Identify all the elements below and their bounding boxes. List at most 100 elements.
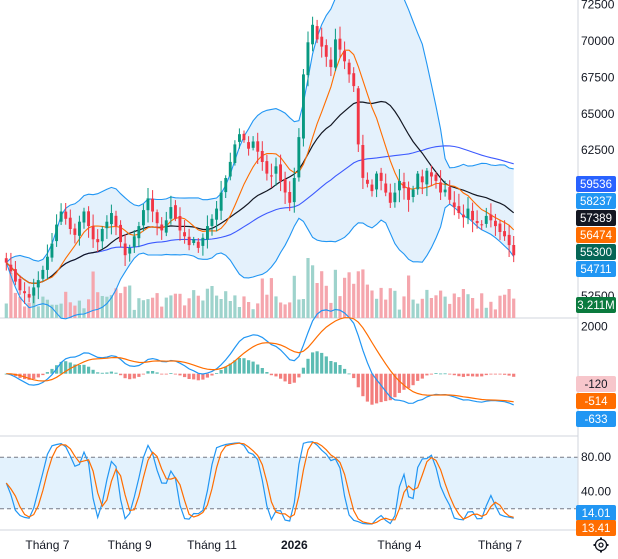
candle-body <box>87 211 90 227</box>
candle-body <box>352 73 356 87</box>
price-tick-label: 65000 <box>581 107 615 121</box>
candle-body <box>283 179 287 193</box>
stochastic-tick-label: 40.00 <box>581 485 611 499</box>
volume-bar <box>242 296 246 318</box>
candle-body <box>238 134 241 142</box>
candle-body <box>105 221 109 229</box>
macd-histogram-bar <box>411 373 415 386</box>
macd-line <box>6 308 514 406</box>
volume-bar <box>301 299 305 318</box>
macd-histogram-bar <box>480 373 484 377</box>
macd-histogram-bar <box>448 373 452 375</box>
volume-bar <box>279 302 283 318</box>
stochastic-panel[interactable] <box>0 441 578 525</box>
candle-body <box>338 38 342 50</box>
macd-histogram-bar <box>461 373 465 377</box>
price-badge: 58237 <box>580 196 612 208</box>
macd-histogram-bar <box>498 373 502 375</box>
volume-bar <box>45 299 49 318</box>
stochastic-band <box>0 457 578 509</box>
price-badge: 59536 <box>580 179 612 191</box>
volume-bar <box>215 295 219 318</box>
macd-panel[interactable] <box>0 308 578 437</box>
candle-body <box>242 133 246 141</box>
macd-histogram-bar <box>256 364 260 374</box>
volume-bar <box>512 298 516 318</box>
candle-body <box>343 50 346 62</box>
candle-body <box>23 291 26 294</box>
macd-histogram-bar <box>151 371 155 374</box>
time-tick-label: Tháng 9 <box>108 538 152 552</box>
stochastic-badge: 13.41 <box>582 523 611 535</box>
volume-bar <box>64 291 68 318</box>
volume-bar <box>96 292 100 318</box>
price-panel[interactable] <box>0 0 578 320</box>
candle-body <box>388 192 392 203</box>
volume-bar <box>393 290 397 318</box>
candle-body <box>260 151 264 162</box>
macd-histogram-bar <box>41 373 45 376</box>
macd-histogram-bar <box>178 373 182 376</box>
macd-histogram-bar <box>434 373 438 374</box>
volume-bar <box>356 271 360 318</box>
volume-bar <box>352 283 356 318</box>
volume-bar <box>164 297 168 318</box>
candle-body <box>494 220 497 227</box>
volume-bar <box>123 286 127 318</box>
volume-bar <box>114 288 118 318</box>
macd-histogram-bar <box>105 372 109 374</box>
candle-body <box>215 208 218 220</box>
candle-body <box>100 229 104 242</box>
macd-badge: -120 <box>584 379 607 391</box>
candle-body <box>219 192 223 211</box>
volume-bar <box>507 289 511 318</box>
candle-body <box>183 232 186 237</box>
volume-bar <box>324 285 328 318</box>
macd-histogram-bar <box>247 360 251 374</box>
macd-histogram-bar <box>169 373 173 374</box>
macd-histogram-bar <box>425 373 429 376</box>
macd-histogram-bar <box>141 373 145 375</box>
candle-body <box>41 269 45 279</box>
candle-body <box>91 226 95 240</box>
macd-histogram-bar <box>100 372 104 374</box>
stock-chart[interactable]: 7250070000675006500062500600005250020008… <box>0 0 618 554</box>
volume-bar <box>416 303 420 318</box>
macd-histogram-bar <box>416 373 420 381</box>
volume-bar <box>247 302 251 318</box>
volume-bar <box>77 300 81 318</box>
volume-bar <box>128 285 132 318</box>
candle-body <box>370 184 374 192</box>
volume-bar <box>471 298 475 318</box>
candle-body <box>480 224 484 226</box>
candle-body <box>46 256 49 270</box>
volume-bar <box>402 296 406 318</box>
candle-body <box>484 215 488 224</box>
candle-body <box>155 212 159 224</box>
macd-histogram-bar <box>352 373 356 379</box>
candle-body <box>279 164 282 181</box>
volume-bar <box>443 296 447 318</box>
settings-gear-icon[interactable] <box>592 536 610 554</box>
volume-bar <box>420 298 424 318</box>
candle-body <box>50 243 54 258</box>
volume-bar <box>388 288 392 318</box>
volume-bar <box>434 295 438 318</box>
macd-histogram-bar <box>119 373 123 376</box>
macd-histogram-bar <box>324 356 328 374</box>
time-axis[interactable]: Tháng 7 Tháng 9 Tháng 11 2026 Tháng 4 Tháng 7 <box>0 529 578 552</box>
candle-body <box>434 174 438 181</box>
candle-body <box>375 173 378 190</box>
candle-body <box>151 198 154 212</box>
volume-bar <box>425 289 429 318</box>
volume-bar <box>146 299 150 318</box>
macd-histogram-bar <box>315 351 319 374</box>
candle-body <box>187 236 191 246</box>
macd-histogram-bar <box>306 358 310 374</box>
candle-body <box>142 210 145 226</box>
macd-histogram-bar <box>96 372 100 374</box>
bollinger-band-fill <box>6 0 514 319</box>
volume-bar <box>237 307 241 318</box>
price-tick-label: 67500 <box>581 70 615 84</box>
volume-bar <box>192 290 196 318</box>
